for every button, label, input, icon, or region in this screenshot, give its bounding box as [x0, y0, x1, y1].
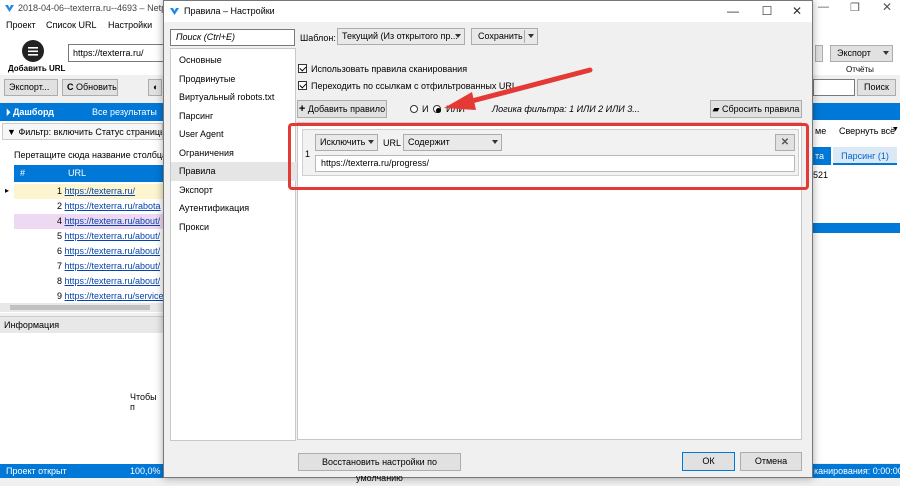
table-row[interactable]: 5 https://texterra.ru/about/	[14, 229, 163, 244]
template-label: Шаблон:	[300, 33, 336, 43]
col-number-header[interactable]: #	[20, 168, 25, 178]
dialog-titlebar: Правила – Настройки — ☐ ✕	[164, 1, 812, 22]
filter-bar[interactable]: ▼ Фильтр: включить Статус страницы 2	[2, 123, 163, 140]
right-tab-partial[interactable]: та	[813, 147, 831, 165]
save-template-button[interactable]: Сохранить	[471, 28, 538, 45]
close-icon[interactable]: ✕	[882, 0, 892, 14]
nav-item-restrictions[interactable]: Ограничения	[171, 144, 297, 163]
filter-icon: ▼	[7, 127, 16, 137]
search-field-partial[interactable]	[813, 79, 855, 96]
status-percent: 100,0%	[130, 466, 161, 476]
tab-dashboard[interactable]: ⏵ Дашборд	[6, 103, 54, 121]
nav-item-export[interactable]: Экспорт	[171, 181, 297, 200]
dialog-title: Правила – Настройки	[184, 6, 275, 16]
nav-item-virtual-robots[interactable]: Виртуальный robots.txt	[171, 88, 297, 107]
nav-item-parsing[interactable]: Парсинг	[171, 107, 297, 126]
plus-icon: +	[298, 103, 306, 115]
url-input[interactable]: https://texterra.ru/	[68, 44, 164, 62]
restore-icon[interactable]: ❐	[850, 1, 860, 14]
dialog-minimize-icon[interactable]: —	[716, 1, 750, 22]
refresh-icon: C	[67, 82, 74, 92]
info-empty-text: Чтобы п	[130, 392, 157, 412]
results-tabbar: ⏵ Дашборд Все результаты (4	[0, 103, 163, 135]
nav-item-rules[interactable]: Правила	[171, 162, 297, 181]
nav-item-authentication[interactable]: Аутентификация	[171, 199, 297, 218]
follow-links-checkbox[interactable]	[298, 81, 307, 90]
nav-item-user-agent[interactable]: User Agent	[171, 125, 297, 144]
right-partial-label: ме	[815, 126, 827, 136]
export-right-button[interactable]: Экспорт	[830, 45, 893, 62]
info-panel-header: Информация	[0, 317, 163, 333]
export-button[interactable]: Экспорт...	[4, 79, 58, 96]
use-rules-checkbox[interactable]	[298, 64, 307, 73]
scrollbar-thumb[interactable]	[10, 305, 150, 310]
panel-menu-icon[interactable]: ▼	[892, 126, 899, 133]
horizontal-scrollbar[interactable]	[0, 303, 163, 312]
add-url-icon[interactable]	[22, 40, 44, 62]
group-drag-hint: Перетащите сюда название столбца, что	[14, 150, 186, 160]
settings-nav-list: Основные Продвинутые Виртуальный robots.…	[170, 48, 297, 441]
right-selection-bar	[813, 223, 900, 233]
nav-item-advanced[interactable]: Продвинутые	[171, 70, 297, 89]
dialog-close-icon[interactable]: ✕	[780, 1, 814, 22]
tab-parsing[interactable]: Парсинг (1)	[833, 147, 897, 165]
highlight-rectangle	[288, 123, 809, 190]
status-text: Проект открыт	[6, 466, 67, 476]
nav-item-basic[interactable]: Основные	[171, 51, 297, 70]
cancel-button[interactable]: Отмена	[740, 452, 802, 471]
table-row[interactable]: 8 https://texterra.ru/about/	[14, 274, 163, 289]
table-row[interactable]: 7 https://texterra.ru/about/	[14, 259, 163, 274]
menu-settings[interactable]: Настройки	[108, 20, 152, 30]
toolbar-partial-button[interactable]: ◐	[148, 79, 162, 96]
annotation-arrow-icon	[444, 67, 593, 110]
radio-and[interactable]	[410, 105, 418, 113]
table-row[interactable]: 1 https://texterra.ru/	[14, 184, 163, 199]
refresh-button[interactable]: C Обновить	[62, 79, 118, 96]
table-header: # URL	[14, 165, 163, 182]
search-button[interactable]: Поиск	[857, 79, 896, 96]
menu-project[interactable]: Проект	[6, 20, 36, 30]
collapse-all-button[interactable]: Свернуть всё	[839, 126, 895, 136]
nav-item-proxy[interactable]: Прокси	[171, 218, 297, 237]
col-url-header[interactable]: URL	[68, 168, 86, 178]
minimize-icon[interactable]: —	[818, 1, 829, 13]
right-panel-top-bar	[813, 103, 900, 120]
table-row[interactable]: 9 https://texterra.ru/service	[14, 289, 163, 304]
reports-label: Отчёты	[846, 65, 874, 74]
eraser-icon: ▰	[712, 104, 720, 114]
export-dropdown-partial[interactable]	[815, 45, 823, 62]
settings-search-input[interactable]: Поиск (Ctrl+E)	[170, 29, 295, 46]
table-row[interactable]: 2 https://texterra.ru/rabota	[14, 199, 163, 214]
menu-url-list[interactable]: Список URL	[46, 20, 96, 30]
dialog-logo-icon	[169, 6, 180, 17]
status-scan-time: канирования: 0:00:00	[814, 466, 900, 476]
radio-and-label[interactable]: И	[422, 104, 428, 114]
info-panel: Информация Чтобы п	[0, 316, 163, 464]
current-row-indicator-icon: ▸	[5, 186, 10, 195]
results-panel: ⏵ Дашборд Все результаты (4 ▼ Фильтр: вк…	[0, 103, 186, 313]
template-select[interactable]: Текущий (Из открытого пр...	[337, 28, 465, 45]
right-value: 521	[813, 170, 829, 180]
dialog-maximize-icon[interactable]: ☐	[750, 1, 784, 22]
table-row[interactable]: 4 https://texterra.ru/about/	[14, 214, 163, 229]
add-rule-button[interactable]: + Добавить правило	[297, 100, 387, 118]
reset-rules-button[interactable]: ▰ Сбросить правила	[710, 100, 802, 118]
ok-button[interactable]: ОК	[682, 452, 735, 471]
app-logo-icon	[4, 3, 15, 14]
add-url-label[interactable]: Добавить URL	[8, 64, 65, 73]
right-panel: ме Свернуть всё ▼ та Парсинг (1) 521	[813, 103, 900, 463]
restore-defaults-button[interactable]: Восстановить настройки по умолчанию	[298, 453, 461, 483]
table-row[interactable]: 6 https://texterra.ru/about/	[14, 244, 163, 259]
